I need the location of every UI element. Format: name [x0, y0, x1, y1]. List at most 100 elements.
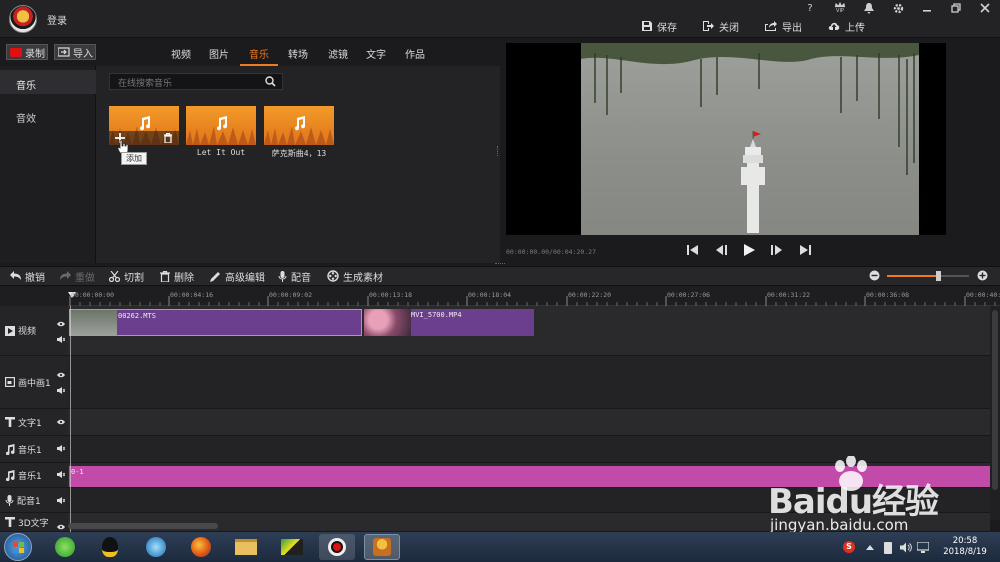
tab-music[interactable]: 音乐 [244, 46, 274, 61]
restore-icon[interactable] [946, 2, 966, 14]
visibility-eye-icon[interactable] [57, 524, 65, 530]
speaker-icon[interactable] [57, 445, 65, 452]
pip-track-lane[interactable] [68, 356, 990, 409]
taskbar-editor-icon[interactable] [364, 534, 400, 560]
help-icon[interactable]: ? [800, 2, 820, 14]
mic-track-icon [5, 494, 14, 506]
user-avatar[interactable] [9, 5, 37, 33]
start-button[interactable] [4, 533, 32, 561]
taskbar-recorder-icon[interactable] [319, 534, 355, 560]
split-label: 切割 [124, 272, 144, 284]
tray-expand-icon[interactable] [866, 545, 874, 550]
music-search-input[interactable]: 在线搜索音乐 [109, 73, 283, 90]
close-project-button[interactable]: 关闭 [703, 18, 739, 34]
timeline-horizontal-scrollbar[interactable] [68, 523, 218, 529]
speaker-icon[interactable] [57, 497, 65, 504]
search-icon[interactable] [265, 76, 276, 87]
playback-timecode: 00:00:00.00/00:04:20.27 [506, 248, 597, 256]
export-button[interactable]: 导出 [765, 18, 802, 34]
zoom-in-icon[interactable] [977, 270, 988, 281]
tray-volume-icon[interactable] [900, 542, 912, 553]
bell-icon[interactable] [859, 2, 879, 14]
speaker-icon[interactable] [57, 336, 65, 343]
clip-label: 0-1 [71, 468, 84, 476]
delete-button[interactable]: 删除 [160, 270, 194, 284]
voiceover-button[interactable]: 配音 [278, 270, 311, 284]
zoom-slider-track[interactable] [887, 275, 969, 277]
generate-material-button[interactable]: 生成素材 [327, 270, 383, 284]
category-sound-effects[interactable]: 音效 [0, 110, 96, 126]
pencil-icon [210, 271, 220, 282]
close-window-icon[interactable] [975, 2, 995, 14]
visibility-eye-icon[interactable] [57, 419, 65, 425]
advanced-edit-button[interactable]: 高级编辑 [210, 270, 265, 284]
tab-transition[interactable]: 转场 [283, 46, 313, 61]
zoom-out-icon[interactable] [869, 270, 880, 281]
clip-label: 00262.MTS [118, 312, 156, 320]
import-button[interactable]: 导入 [54, 44, 96, 60]
music-item-thumbnail[interactable] [264, 106, 334, 145]
ruler-tick-label: 00:00:09:02 [269, 291, 313, 299]
taskbar-explorer-icon[interactable] [228, 534, 264, 560]
speaker-icon[interactable] [57, 471, 65, 478]
redo-button[interactable]: 重做 [60, 270, 95, 284]
panel-splitter[interactable] [497, 146, 500, 156]
playhead[interactable] [70, 306, 71, 532]
skip-to-start-icon[interactable] [686, 243, 700, 257]
record-button[interactable]: 录制 [6, 44, 48, 60]
clip-thumbnail [70, 310, 117, 335]
upload-label: 上传 [845, 22, 865, 34]
upload-button[interactable]: 上传 [828, 18, 865, 34]
music-item-thumbnail[interactable] [186, 106, 256, 145]
tray-device-icon[interactable] [884, 542, 892, 554]
skip-to-end-icon[interactable] [798, 243, 812, 257]
split-button[interactable]: 切割 [109, 270, 144, 284]
pip-track-icon [5, 377, 15, 387]
windows-logo-icon [13, 542, 24, 553]
video-clip[interactable]: MVI_5700.MP4 [364, 309, 534, 336]
voiceover-label: 配音 [291, 272, 311, 284]
tray-network-icon[interactable] [917, 542, 929, 553]
next-frame-icon[interactable] [770, 243, 784, 257]
music-note-icon [140, 116, 151, 131]
video-track-icon [5, 325, 15, 336]
advanced-edit-label: 高级编辑 [225, 272, 265, 284]
ruler-tick-label: 00:00:40: [966, 291, 1000, 299]
save-button[interactable]: 保存 [642, 18, 677, 34]
video-clip[interactable]: 00262.MTS [69, 309, 362, 336]
login-link[interactable]: 登录 [47, 12, 67, 27]
tab-video[interactable]: 视频 [166, 46, 196, 61]
taskbar-player-icon[interactable] [138, 534, 174, 560]
tab-text[interactable]: 文字 [361, 46, 391, 61]
taskbar-firefox-icon[interactable] [183, 534, 219, 560]
save-icon [642, 21, 652, 31]
text-track-lane[interactable] [68, 409, 990, 436]
track-label: 音乐1 [18, 471, 42, 482]
play-icon[interactable] [742, 243, 756, 257]
tray-sogou-icon[interactable]: S [843, 541, 855, 553]
tab-works[interactable]: 作品 [400, 46, 430, 61]
minimize-icon[interactable] [917, 2, 937, 14]
zoom-slider-handle[interactable] [936, 271, 941, 281]
speaker-icon[interactable] [57, 387, 65, 394]
record-label: 录制 [25, 48, 45, 60]
category-music[interactable]: 音乐 [0, 70, 96, 94]
tab-filter[interactable]: 滤镜 [323, 46, 353, 61]
music-note-icon [217, 116, 228, 131]
visibility-eye-icon[interactable] [57, 321, 65, 327]
tab-image[interactable]: 图片 [204, 46, 234, 61]
taskbar-360-icon[interactable] [47, 534, 83, 560]
track-header-spacer [0, 287, 68, 306]
taskbar-qq-icon[interactable] [92, 534, 128, 560]
add-tooltip: 添加 [121, 152, 147, 165]
ruler-tick-label: 00:00:00:00 [71, 291, 115, 299]
taskbar-app-icon[interactable] [274, 534, 310, 560]
visibility-eye-icon[interactable] [57, 372, 65, 378]
delete-trash-icon[interactable] [163, 133, 173, 143]
vip-crown-icon[interactable]: VIP [830, 2, 850, 14]
previous-frame-icon[interactable] [714, 243, 728, 257]
taskbar-clock[interactable]: 20:58 2018/8/19 [938, 536, 992, 558]
settings-gear-icon[interactable] [888, 2, 908, 14]
undo-button[interactable]: 撤销 [10, 270, 45, 284]
undo-icon [10, 271, 21, 280]
